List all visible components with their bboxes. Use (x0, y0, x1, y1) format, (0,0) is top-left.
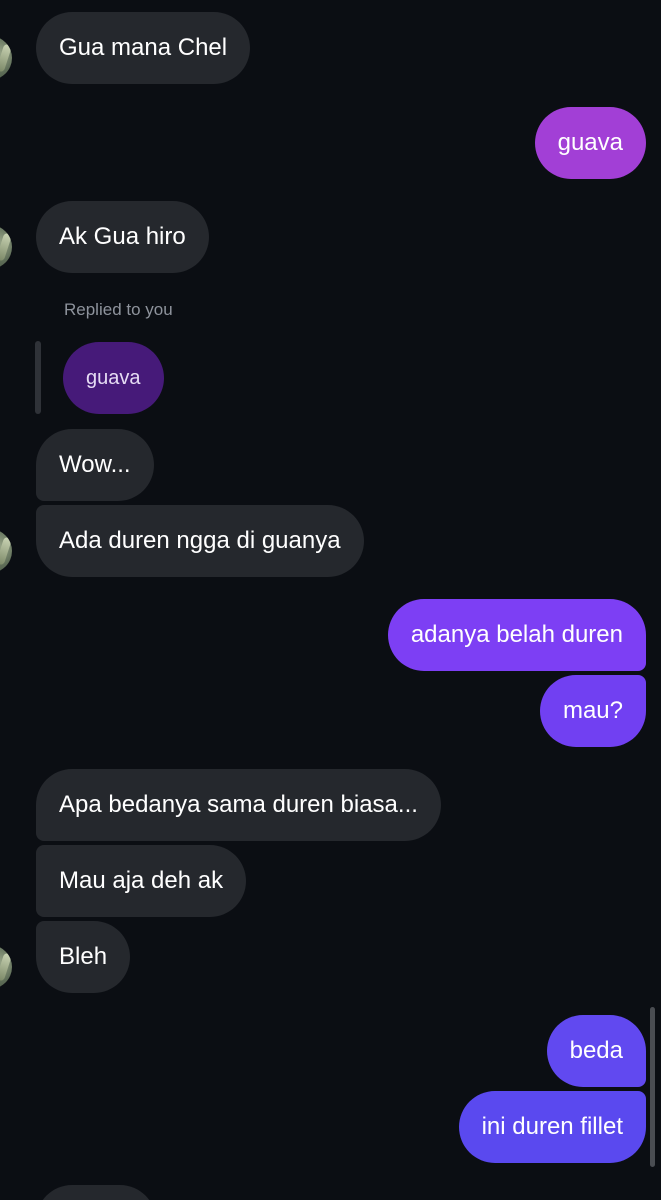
chat-thread[interactable]: Gua mana Chel guava Ak Gua hiro Replied … (0, 0, 661, 1200)
quoted-message[interactable]: guava (63, 342, 164, 414)
reply-context-label: Replied to you (64, 300, 173, 319)
incoming-message[interactable]: Apa bedanya sama duren biasa... (36, 769, 441, 841)
reply-indicator-bar (35, 341, 41, 414)
outgoing-message[interactable]: beda (546, 1015, 646, 1087)
incoming-message[interactable]: Bleh (36, 921, 131, 993)
outgoing-message[interactable]: mau? (539, 675, 646, 747)
avatar[interactable] (0, 945, 12, 989)
outgoing-message[interactable]: ini duren fillet (458, 1091, 646, 1163)
outgoing-message[interactable]: adanya belah duren (387, 599, 646, 671)
avatar[interactable] (0, 225, 12, 269)
outgoing-message[interactable]: guava (534, 107, 646, 179)
incoming-message[interactable] (36, 1185, 156, 1200)
incoming-message[interactable]: Gua mana Chel (36, 12, 251, 84)
incoming-message[interactable]: Ada duren ngga di guanya (36, 505, 364, 577)
scrollbar[interactable] (650, 1007, 655, 1167)
incoming-message[interactable]: Mau aja deh ak (36, 845, 247, 917)
avatar[interactable] (0, 529, 12, 573)
avatar[interactable] (0, 36, 12, 80)
incoming-message[interactable]: Wow... (36, 429, 154, 501)
incoming-message[interactable]: Ak Gua hiro (36, 201, 209, 273)
